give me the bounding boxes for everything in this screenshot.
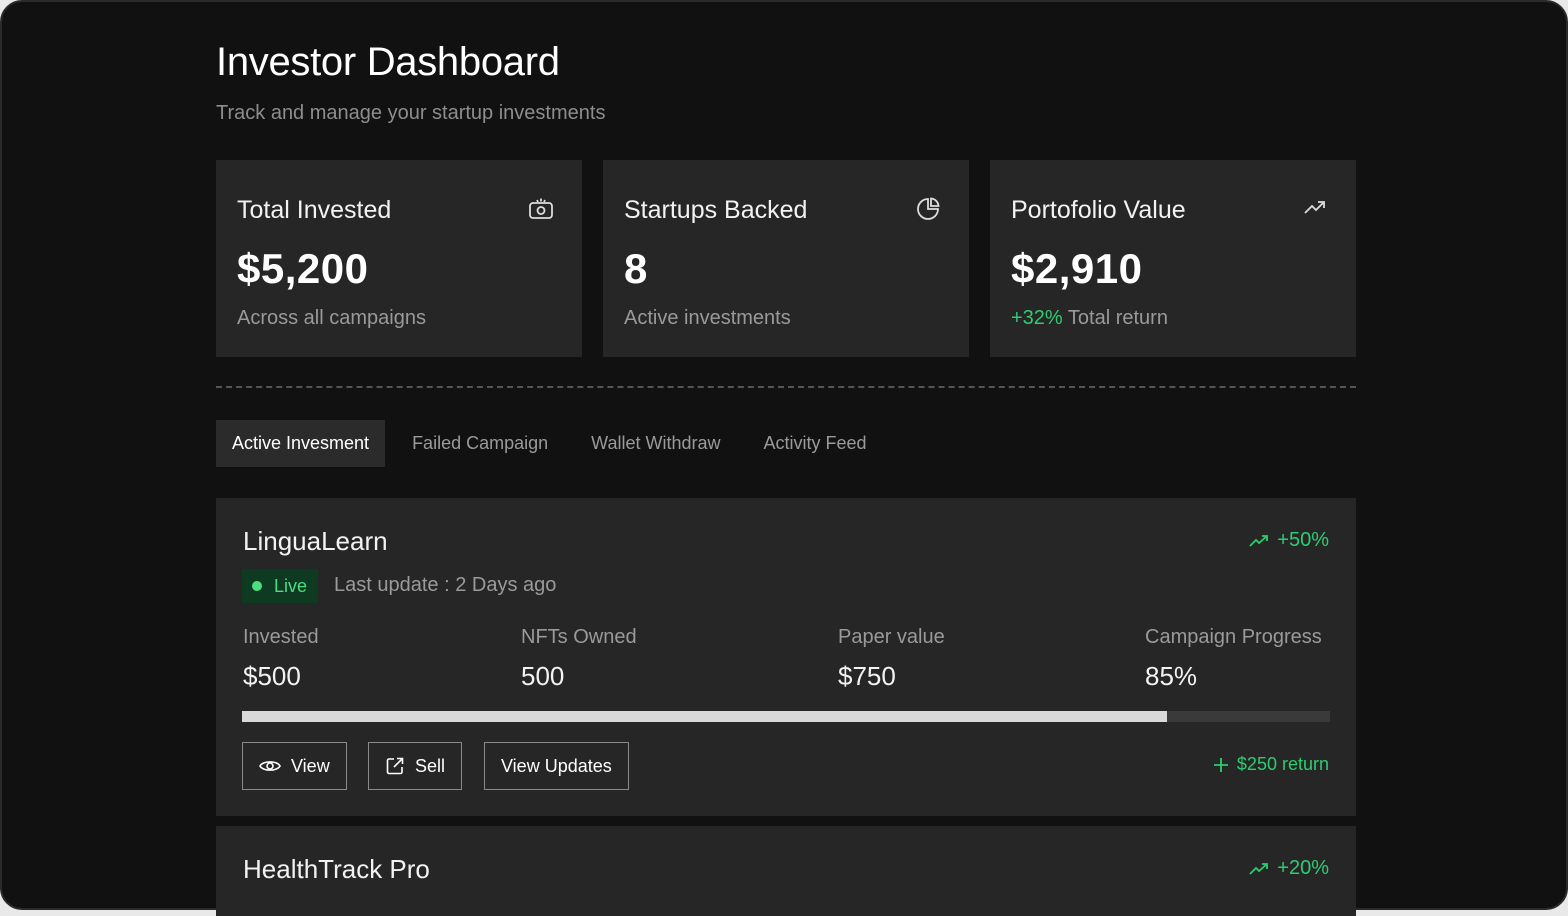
stat-desc-positive: +32% bbox=[1011, 307, 1063, 329]
investment-change-value: +20% bbox=[1277, 857, 1329, 879]
metric-value: 85% bbox=[1145, 661, 1198, 691]
investment-card: HealthTrack Pro +20% bbox=[216, 826, 1356, 916]
tab-activity-feed[interactable]: Activity Feed bbox=[748, 420, 883, 467]
investment-change: +20% bbox=[1249, 857, 1329, 880]
investment-name: LinguaLearn bbox=[243, 526, 388, 556]
stat-desc: Active investments bbox=[624, 307, 791, 329]
investment-returns: $250 return bbox=[1213, 754, 1329, 775]
trending-up-icon bbox=[1249, 862, 1269, 875]
app-window: Investor Dashboard Track and manage your… bbox=[0, 0, 1568, 916]
stat-card-portfolio-value: Portofolio Value $2,910 +32% Total retur… bbox=[990, 160, 1356, 357]
metric-label: Paper value bbox=[838, 626, 945, 648]
metric-paper-value: Paper value $750 bbox=[838, 626, 945, 692]
metric-label: Invested bbox=[243, 626, 319, 648]
stat-desc: Across all campaigns bbox=[237, 307, 426, 329]
campaign-progress-fill bbox=[242, 711, 1167, 722]
view-button-label: View bbox=[291, 755, 330, 776]
stat-desc-text: Total return bbox=[1062, 307, 1168, 329]
metric-label: Campaign Progress bbox=[1145, 626, 1322, 648]
metric-invested: Invested $500 bbox=[243, 626, 319, 692]
investment-name: HealthTrack Pro bbox=[243, 854, 430, 884]
investment-change: +50% bbox=[1249, 529, 1329, 552]
page-title: Investor Dashboard bbox=[216, 40, 560, 84]
trending-up-icon bbox=[1249, 534, 1269, 547]
external-link-icon bbox=[386, 757, 404, 775]
last-update: Last update : 2 Days ago bbox=[334, 574, 557, 596]
tab-wallet-withdraw[interactable]: Wallet Withdraw bbox=[575, 420, 736, 467]
page-subtitle: Track and manage your startup investment… bbox=[216, 102, 606, 124]
stat-value: $5,200 bbox=[237, 245, 369, 292]
money-icon bbox=[529, 198, 553, 219]
view-updates-button[interactable]: View Updates bbox=[484, 742, 629, 790]
view-updates-button-label: View Updates bbox=[501, 755, 612, 776]
eye-icon bbox=[259, 761, 281, 771]
metric-value: $750 bbox=[838, 661, 896, 691]
investment-change-value: +50% bbox=[1277, 529, 1329, 551]
stat-card-startups-backed: Startups Backed 8 Active investments bbox=[603, 160, 969, 357]
section-divider bbox=[216, 386, 1356, 388]
metric-campaign-progress: Campaign Progress 85% bbox=[1145, 626, 1322, 692]
metric-value: $500 bbox=[243, 661, 301, 691]
tab-active-investment[interactable]: Active Invesment bbox=[216, 420, 386, 467]
status-badge: Live bbox=[242, 569, 319, 603]
pie-chart-icon bbox=[917, 197, 940, 220]
status-dot-icon bbox=[252, 581, 262, 591]
sell-button-label: Sell bbox=[415, 755, 446, 776]
stat-value: $2,910 bbox=[1011, 245, 1143, 292]
metric-nfts-owned: NFTs Owned 500 bbox=[521, 626, 637, 692]
investment-returns-value: $250 return bbox=[1236, 754, 1329, 774]
sell-button[interactable]: Sell bbox=[368, 742, 463, 790]
tab-failed-campaign[interactable]: Failed Campaign bbox=[396, 420, 564, 467]
stat-desc: +32% Total return bbox=[1011, 307, 1356, 330]
plus-icon bbox=[1213, 757, 1228, 772]
stat-value: 8 bbox=[624, 245, 648, 292]
stat-card-total-invested: Total Invested $5,200 Across all campaig… bbox=[216, 160, 582, 357]
trending-up-icon bbox=[1304, 201, 1325, 214]
view-button[interactable]: View bbox=[242, 742, 347, 790]
investment-card: LinguaLearn +50% Live Last update : 2 Da… bbox=[216, 498, 1356, 816]
campaign-progress-bar bbox=[242, 711, 1330, 722]
metric-value: 500 bbox=[521, 661, 565, 691]
tab-bar: Active Invesment Failed Campaign Wallet … bbox=[216, 420, 894, 467]
metric-label: NFTs Owned bbox=[521, 626, 637, 648]
status-label: Live bbox=[274, 575, 308, 596]
